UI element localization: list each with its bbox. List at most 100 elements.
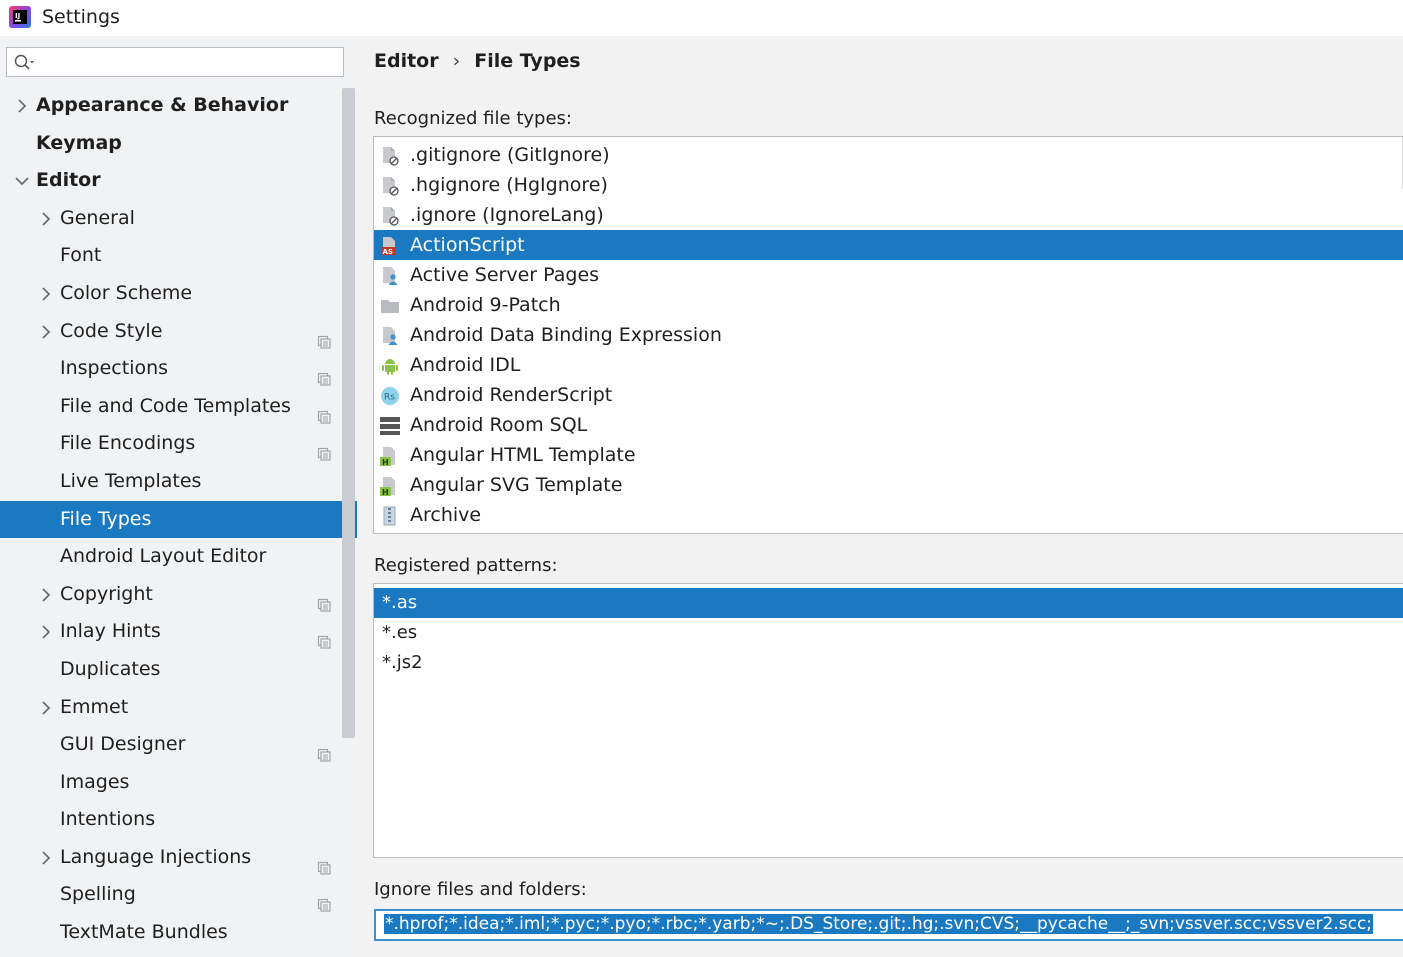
sidebar-scrollbar[interactable] [342,88,355,738]
file-type-label: Android RenderScript [410,384,613,406]
sidebar-item-label: Language Injections [60,845,252,868]
file-type-label: Android Data Binding Expression [410,324,722,346]
sidebar-item-emmet[interactable]: Emmet [0,689,357,727]
search-field[interactable] [6,47,344,77]
chevron-right-icon[interactable] [38,313,54,350]
sidebar-item-general[interactable]: General [0,200,357,238]
sidebar-item-file-and-code-templates[interactable]: File and Code Templates [0,388,357,426]
chevron-right-icon[interactable] [38,613,54,650]
sidebar-item-color-scheme[interactable]: Color Scheme [0,275,357,313]
project-scope-icon [317,625,331,649]
ignore-files-input-value[interactable]: *.hprof;*.idea;*.iml;*.pyc;*.pyo;*.rbc;*… [384,914,1374,934]
search-input[interactable] [39,51,339,75]
ignore-files-field[interactable]: *.hprof;*.idea;*.iml;*.pyc;*.pyo;*.rbc;*… [374,909,1403,941]
sidebar-item-label: General [60,206,135,229]
recognized-file-types-label: Recognized file types: [374,108,572,129]
file-type-row[interactable]: Android Data Binding Expression [374,320,1403,350]
sidebar-item-gui-designer[interactable]: GUI Designer [0,726,357,764]
main-panel: Editor › File Types Recognized file types:… [357,36,1403,957]
archive-icon [380,505,400,526]
sidebar-item-font[interactable]: Font [0,237,357,275]
sidebar-item-language-injections[interactable]: Language Injections [0,839,357,877]
file-type-row[interactable]: Rs Android RenderScript [374,380,1403,410]
chevron-right-icon[interactable] [38,839,54,876]
sidebar-item-label: Images [60,770,130,793]
html-file-icon: H [380,475,400,497]
sidebar-item-keymap[interactable]: Keymap [0,125,357,163]
window-title: Settings [42,6,120,28]
sidebar-item-label: File and Code Templates [60,394,291,417]
file-type-row[interactable]: .hgignore (HgIgnore) [374,170,1403,200]
sidebar-item-images[interactable]: Images [0,764,357,802]
html-file-icon: H [380,445,400,467]
file-type-row[interactable]: H Angular HTML Template [374,440,1403,470]
breadcrumb-separator: › [452,50,461,72]
recognized-file-types-list[interactable]: .gitignore (GitIgnore) .hgignore (HgIgnor… [373,136,1403,534]
sidebar-item-label: File Types [60,507,152,530]
file-type-row[interactable]: H Angular SVG Template [374,470,1403,500]
project-scope-icon [317,738,331,762]
file-type-row[interactable]: .gitignore (GitIgnore) [374,140,1403,170]
chevron-down-icon[interactable] [14,162,30,199]
android-icon [380,355,400,375]
sidebar-item-label: Live Templates [60,469,202,492]
chevron-right-icon[interactable] [38,200,54,237]
file-type-label: .hgignore (HgIgnore) [410,174,608,196]
chevron-right-icon[interactable] [38,576,54,613]
chevron-right-icon[interactable] [38,275,54,312]
file-type-row[interactable]: Archive [374,500,1403,530]
sidebar-item-inlay-hints[interactable]: Inlay Hints [0,613,357,651]
file-type-row[interactable]: AS ActionScript [374,230,1403,260]
file-type-label: ActionScript [410,234,525,256]
pattern-row[interactable]: *.es [374,618,1403,648]
file-type-row[interactable]: Android Room SQL [374,410,1403,440]
svg-text:IJ: IJ [15,12,20,20]
sidebar-item-label: Inspections [60,357,169,380]
sidebar-item-file-encodings[interactable]: File Encodings [0,425,357,463]
file-type-label: Angular SVG Template [410,474,623,496]
sidebar-item-label: Appearance & Behavior [36,94,289,116]
pattern-row[interactable]: *.js2 [374,648,1403,678]
sidebar-item-spelling[interactable]: Spelling [0,876,357,914]
sidebar-item-live-templates[interactable]: Live Templates [0,463,357,501]
file-type-row[interactable]: Active Server Pages [374,260,1403,290]
title-bar: IJ Settings [0,0,1403,36]
asp-file-icon [380,265,400,285]
renderscript-icon: Rs [380,385,400,405]
file-type-label: Archive [410,504,482,526]
file-type-row[interactable]: Android 9-Patch [374,290,1403,320]
registered-patterns-label: Registered patterns: [374,555,558,576]
chevron-right-icon[interactable] [14,87,30,124]
sidebar-item-duplicates[interactable]: Duplicates [0,651,357,689]
registered-patterns-list[interactable]: *.as *.es *.js2 [373,583,1403,858]
sidebar-item-label: TextMate Bundles [60,921,228,944]
sidebar-item-label: Spelling [60,883,136,906]
sidebar-item-editor[interactable]: Editor [0,162,357,200]
sidebar-item-label: Code Style [60,319,163,342]
sidebar-item-label: Android Layout Editor [60,545,267,568]
sidebar-item-appearance-behavior[interactable]: Appearance & Behavior [0,87,357,125]
project-scope-icon [317,851,331,875]
breadcrumb-parent[interactable]: Editor [374,50,439,72]
sidebar-item-textmate-bundles[interactable]: TextMate Bundles [0,914,357,952]
sidebar-item-copyright[interactable]: Copyright [0,576,357,614]
sidebar-item-code-style[interactable]: Code Style [0,313,357,351]
intellij-logo-icon: IJ [9,6,31,28]
file-type-label: Android Room SQL [410,414,588,436]
actionscript-file-icon: AS [380,235,400,256]
file-type-row[interactable]: .ignore (IgnoreLang) [374,200,1403,230]
sidebar-item-label: Color Scheme [60,281,193,304]
sidebar-item-inspections[interactable]: Inspections [0,350,357,388]
sidebar-item-file-types[interactable]: File Types [0,500,357,539]
pattern-row[interactable]: *.as [374,588,1403,618]
file-type-row[interactable]: Android IDL [374,350,1403,380]
sidebar-item-label: Duplicates [60,657,161,680]
sidebar-item-intentions[interactable]: Intentions [0,801,357,839]
file-type-label: Active Server Pages [410,264,600,286]
asp-file-icon [380,325,400,345]
sidebar-item-android-layout-editor[interactable]: Android Layout Editor [0,538,357,576]
chevron-right-icon[interactable] [38,689,54,726]
ignore-file-icon [380,145,400,166]
svg-text:Rs: Rs [384,393,395,403]
breadcrumb-current: File Types [474,50,581,72]
